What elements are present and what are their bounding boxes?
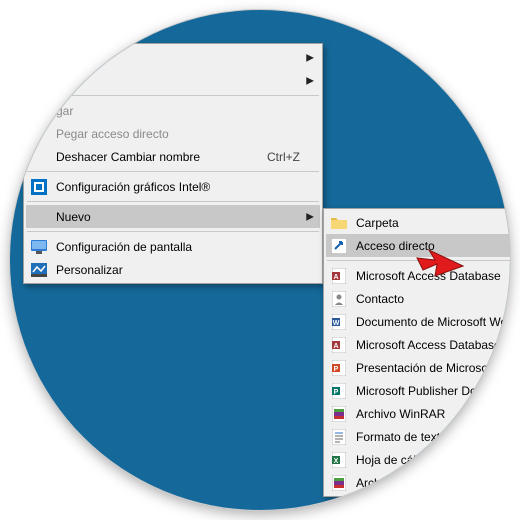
chevron-right-icon: ▶ xyxy=(306,75,314,86)
shortcut-icon xyxy=(330,237,348,255)
powerpoint-icon: P xyxy=(330,359,348,377)
submenu-item-access2[interactable]: A Microsoft Access Database xyxy=(326,333,510,356)
submenu-label: Carpeta xyxy=(356,216,510,230)
menu-item-new[interactable]: Nuevo ▶ xyxy=(26,205,320,228)
excel-icon: X xyxy=(330,451,348,469)
svg-text:P: P xyxy=(334,389,339,396)
svg-text:W: W xyxy=(333,320,340,327)
menu-label: Nuevo xyxy=(56,210,300,224)
contact-icon xyxy=(330,290,348,308)
submenu-item-shortcut[interactable]: Acceso directo xyxy=(326,234,510,257)
personalize-icon xyxy=(30,261,48,279)
folder-icon xyxy=(330,214,348,232)
separator xyxy=(27,171,319,172)
menu-item[interactable]: gar xyxy=(26,99,320,122)
submenu-label: Archivo WinRAR xyxy=(356,476,510,490)
submenu-item-contact[interactable]: Contacto xyxy=(326,287,510,310)
rtf-icon xyxy=(330,428,348,446)
viewport: ▶ ar ▶ gar Pegar acceso directo Deshacer… xyxy=(10,10,510,510)
submenu-label: Acceso directo xyxy=(356,239,510,253)
submenu-label: Documento de Microsoft Word xyxy=(356,315,510,329)
context-menu: ▶ ar ▶ gar Pegar acceso directo Deshacer… xyxy=(23,43,323,284)
submenu-label: Archivo WinRAR xyxy=(356,407,510,421)
menu-item-undo[interactable]: Deshacer Cambiar nombre Ctrl+Z xyxy=(26,145,320,168)
access-icon: A xyxy=(330,336,348,354)
submenu-label: Contacto xyxy=(356,292,510,306)
submenu-label: Microsoft Publisher Document xyxy=(356,384,510,398)
menu-item[interactable]: ar ▶ xyxy=(26,69,320,92)
submenu-item-rtf[interactable]: Formato de texto enriquecido xyxy=(326,425,510,448)
winrar-icon xyxy=(330,405,348,423)
separator xyxy=(27,231,319,232)
submenu-item-winrar2[interactable]: Archivo WinRAR xyxy=(326,471,510,494)
submenu-item-word[interactable]: W Documento de Microsoft Word xyxy=(326,310,510,333)
menu-item[interactable]: ▶ xyxy=(26,46,320,69)
access-icon: A xyxy=(330,267,348,285)
menu-label: ar xyxy=(56,74,300,88)
menu-item-paste-shortcut[interactable]: Pegar acceso directo xyxy=(26,122,320,145)
svg-text:A: A xyxy=(333,343,338,350)
menu-item-personalize[interactable]: Personalizar xyxy=(26,258,320,281)
submenu-item-publisher[interactable]: P Microsoft Publisher Document xyxy=(326,379,510,402)
submenu-item-access[interactable]: A Microsoft Access Database xyxy=(326,264,510,287)
svg-text:X: X xyxy=(334,458,339,465)
submenu-new: Carpeta Acceso directo A Microsoft Acces… xyxy=(323,208,510,497)
menu-label: Personalizar xyxy=(56,263,300,277)
menu-label: Deshacer Cambiar nombre xyxy=(56,150,247,164)
svg-text:P: P xyxy=(334,366,339,373)
menu-item-display-settings[interactable]: Configuración de pantalla xyxy=(26,235,320,258)
separator xyxy=(327,260,510,261)
submenu-item-excel[interactable]: X Hoja de cálculo de Microsoft Excel xyxy=(326,448,510,471)
monitor-icon xyxy=(30,238,48,256)
submenu-label: Formato de texto enriquecido xyxy=(356,430,510,444)
publisher-icon: P xyxy=(330,382,348,400)
separator xyxy=(27,201,319,202)
submenu-item-folder[interactable]: Carpeta xyxy=(326,211,510,234)
intel-icon xyxy=(30,178,48,196)
submenu-item-winrar[interactable]: Archivo WinRAR xyxy=(326,402,510,425)
submenu-label: Hoja de cálculo de Microsoft Excel xyxy=(356,453,510,467)
svg-text:A: A xyxy=(333,274,338,281)
winrar-icon xyxy=(330,474,348,492)
chevron-right-icon: ▶ xyxy=(306,52,314,63)
menu-label: Configuración gráficos Intel® xyxy=(56,180,300,194)
separator xyxy=(27,95,319,96)
menu-label: gar xyxy=(56,104,300,118)
word-icon: W xyxy=(330,313,348,331)
menu-item-intel-graphics[interactable]: Configuración gráficos Intel® xyxy=(26,175,320,198)
menu-label: Pegar acceso directo xyxy=(56,127,300,141)
submenu-label: Microsoft Access Database xyxy=(356,338,510,352)
submenu-label: Microsoft Access Database xyxy=(356,269,510,283)
submenu-label: Presentación de Microsoft PowerPoint xyxy=(356,361,510,375)
shortcut-label: Ctrl+Z xyxy=(267,150,300,164)
submenu-item-powerpoint[interactable]: P Presentación de Microsoft PowerPoint xyxy=(326,356,510,379)
chevron-right-icon: ▶ xyxy=(306,211,314,222)
menu-label: Configuración de pantalla xyxy=(56,240,300,254)
